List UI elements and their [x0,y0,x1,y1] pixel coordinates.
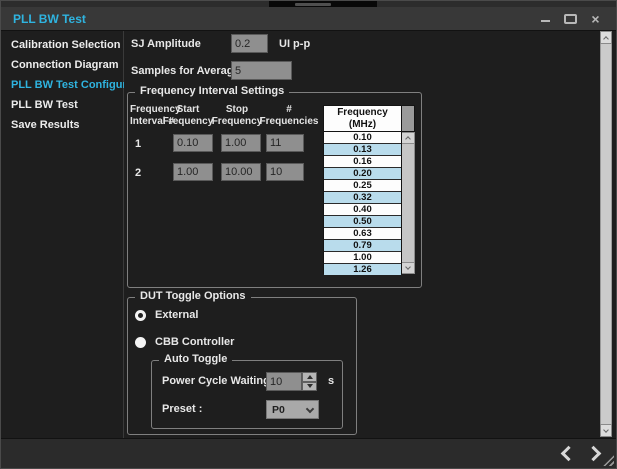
dut-toggle-options-group: DUT Toggle Options External CBB Controll… [127,297,357,435]
column-header-num-frequencies: #Frequencies [256,104,322,128]
chevron-down-icon [405,264,411,270]
scrollbar-header-spacer [402,105,415,132]
sidebar-item-pll-bw-test-configuration[interactable]: PLL BW Test Configuration [1,75,123,95]
frequency-list-row: 0.13 [324,144,401,156]
interval-2-number: 2 [135,167,141,179]
frequency-list-cells: Frequency (MHz) 0.10 0.13 0.16 0.20 0.25… [323,105,402,274]
window-body: Calibration Selection Connection Diagram… [1,31,616,438]
interval-1-number: 1 [135,138,141,150]
dropdown-chevron-icon [306,404,314,412]
maximize-icon [564,14,577,24]
sj-amplitude-unit: UI p-p [279,38,310,50]
radio-unselected-icon [135,337,146,348]
resize-grip[interactable] [603,455,614,466]
sidebar-item-connection-diagram[interactable]: Connection Diagram [1,55,123,75]
frequency-list-scrollbar[interactable] [402,105,415,274]
interval-2-stop-input[interactable] [221,163,261,181]
chevron-down-icon [603,427,609,433]
next-page-button[interactable] [586,446,602,462]
cbb-controller-radio-label: CBB Controller [155,336,234,348]
main-panel: SJ Amplitude UI p-p Samples for Averagin… [124,31,616,438]
main-scroll-up-button[interactable] [600,31,612,44]
footer-bar [1,438,616,468]
sj-amplitude-label: SJ Amplitude [131,38,201,50]
close-button[interactable]: × [588,11,603,26]
frequency-list-row: 0.40 [324,204,401,216]
interval-2-start-input[interactable] [173,163,213,181]
interval-1-count-input[interactable] [266,134,304,152]
scroll-down-button[interactable] [402,262,415,274]
frequency-list-row: 0.20 [324,168,401,180]
arrow-down-icon [307,384,313,388]
frequency-list-row: 0.25 [324,180,401,192]
notch-dash [295,3,331,6]
frequency-interval-settings-group: Frequency Interval Settings FrequencyInt… [127,92,422,288]
frequency-list-table: Frequency (MHz) 0.10 0.13 0.16 0.20 0.25… [323,105,415,274]
frequency-list-row: 0.50 [324,216,401,228]
app-window: PLL BW Test × Calibration Selection Conn… [0,0,617,469]
chevron-up-icon [405,136,411,142]
preset-dropdown-value: P0 [272,404,285,416]
dut-toggle-options-title: DUT Toggle Options [135,290,251,302]
main-scrollbar[interactable] [600,31,612,437]
main-scrollbar-thumb[interactable] [600,44,612,424]
column-header-start-frequency: StartFrequency [160,104,216,128]
frequency-list-rows: 0.10 0.13 0.16 0.20 0.25 0.32 0.40 0.50 … [324,132,401,275]
scroll-up-button[interactable] [402,132,415,144]
preset-dropdown[interactable]: P0 [266,400,319,419]
main-scroll-down-button[interactable] [600,424,612,437]
auto-toggle-title: Auto Toggle [159,353,232,365]
sidebar-item-calibration-selection[interactable]: Calibration Selection [1,35,123,55]
previous-page-button[interactable] [561,446,577,462]
sidebar: Calibration Selection Connection Diagram… [1,31,124,438]
frequency-list-row: 1.00 [324,252,401,264]
frequency-list-row: 0.63 [324,228,401,240]
interval-1-stop-input[interactable] [221,134,261,152]
frequency-list-header: Frequency (MHz) [324,106,401,132]
stepper-up-button[interactable] [302,372,317,382]
chevron-up-icon [603,36,609,42]
minimize-button[interactable] [538,11,553,26]
external-radio-option[interactable]: External [135,309,198,321]
power-cycle-waiting-unit: s [328,375,334,387]
frequency-list-row: 1.26 [324,264,401,275]
page-title: PLL BW Test [1,12,86,26]
frequency-list-row: 0.79 [324,240,401,252]
external-radio-label: External [155,309,198,321]
stepper-down-button[interactable] [302,382,317,392]
preset-label: Preset : [162,403,202,415]
frequency-list-row: 0.10 [324,132,401,144]
minimize-icon [541,20,550,22]
power-cycle-waiting-input[interactable] [266,372,302,391]
interval-2-count-input[interactable] [266,163,304,181]
auto-toggle-group: Auto Toggle Power Cycle Waiting : s Pres… [151,360,343,429]
power-cycle-waiting-label: Power Cycle Waiting : [162,375,277,387]
frequency-list-row: 0.16 [324,156,401,168]
radio-selected-icon [135,310,146,321]
maximize-button[interactable] [563,11,578,26]
sidebar-item-save-results[interactable]: Save Results [1,115,123,135]
frequency-interval-settings-title: Frequency Interval Settings [135,85,289,97]
titlebar: PLL BW Test × [1,7,616,31]
frequency-list-row: 0.32 [324,192,401,204]
scrollbar-track[interactable] [402,144,415,262]
cbb-controller-radio-option[interactable]: CBB Controller [135,336,234,348]
sidebar-item-pll-bw-test[interactable]: PLL BW Test [1,95,123,115]
power-cycle-waiting-stepper [302,372,317,391]
sj-amplitude-input[interactable] [231,34,268,53]
arrow-up-icon [307,375,313,379]
window-controls: × [538,11,616,26]
samples-for-averaging-input[interactable] [231,61,292,80]
interval-1-start-input[interactable] [173,134,213,152]
